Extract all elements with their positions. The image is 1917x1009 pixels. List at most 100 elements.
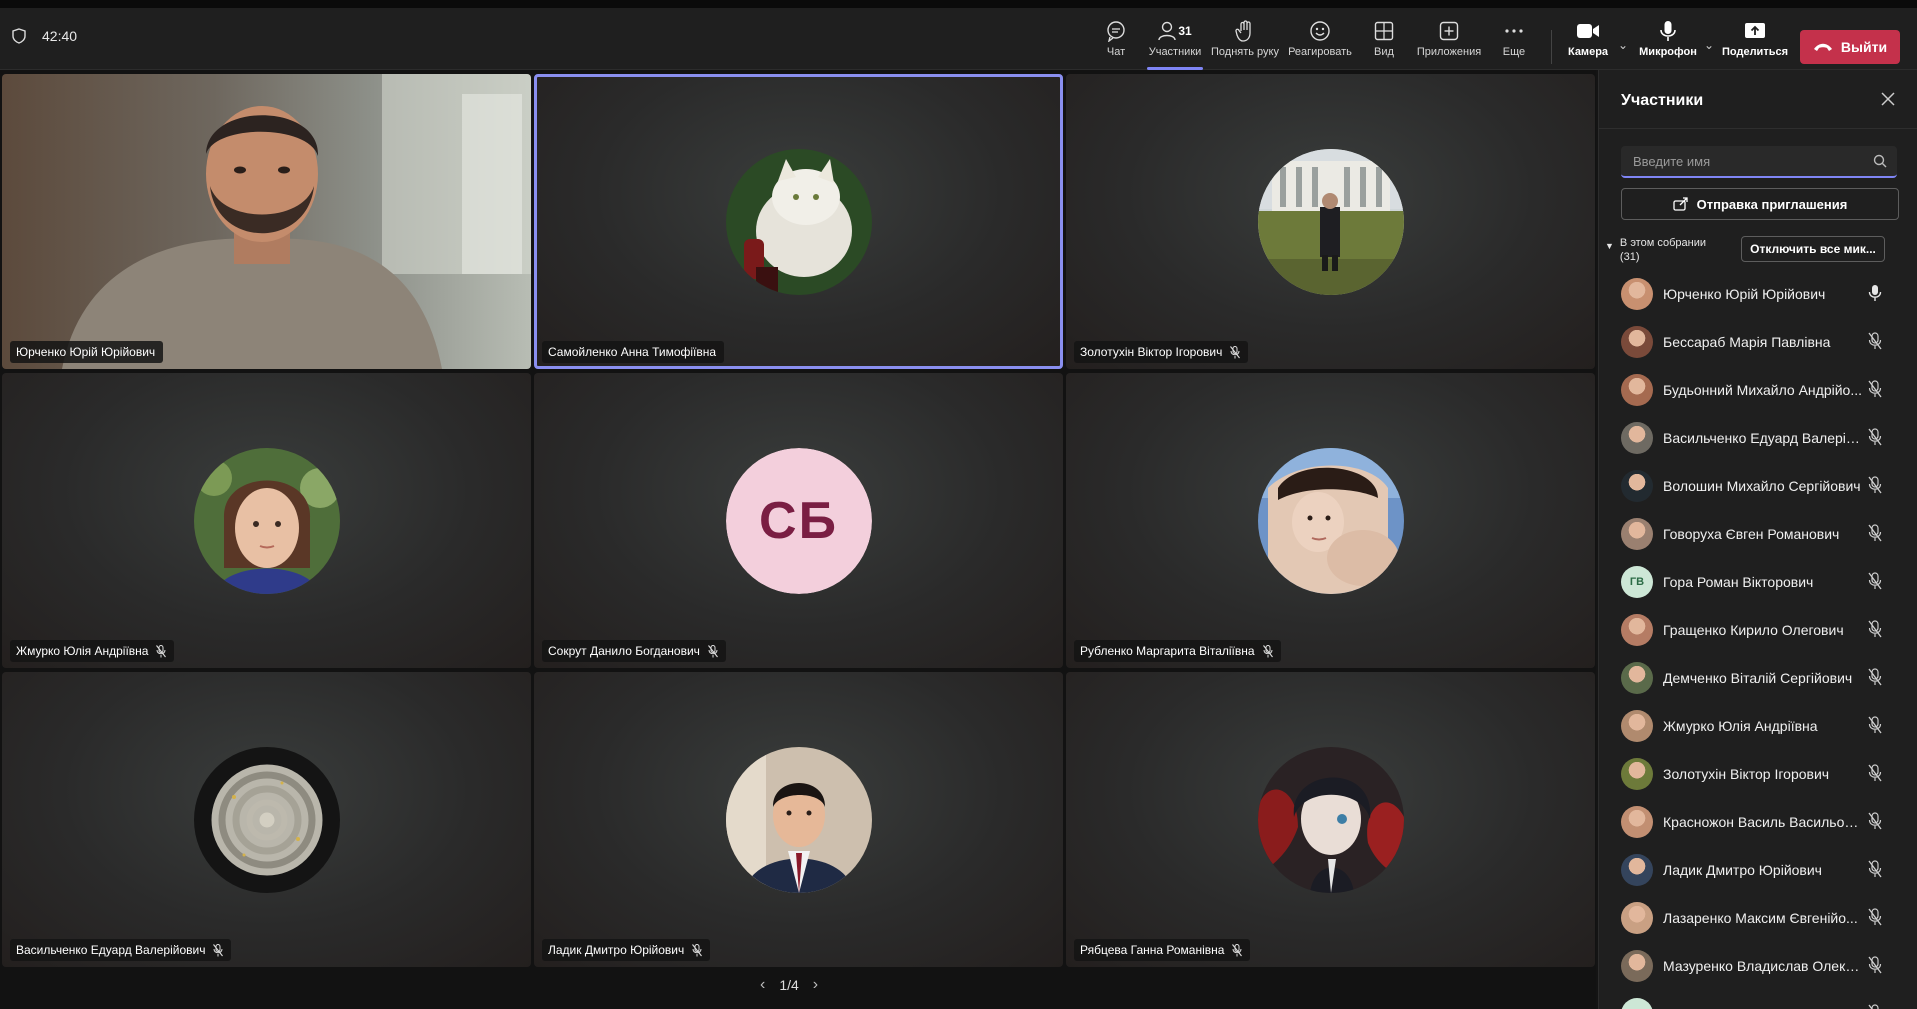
participant-avatar bbox=[193, 447, 340, 594]
participants-button[interactable]: 31 Участники bbox=[1147, 18, 1203, 70]
share-screen-icon bbox=[1745, 23, 1765, 38]
share-invite-icon bbox=[1672, 197, 1688, 211]
leave-button[interactable]: Выйти bbox=[1800, 30, 1900, 64]
mic-muted-icon bbox=[1868, 908, 1882, 926]
section-label: В этом собрании bbox=[1619, 237, 1706, 249]
mic-muted-icon bbox=[1868, 332, 1882, 350]
participant-avatar bbox=[1621, 806, 1653, 838]
participant-avatar bbox=[1621, 278, 1653, 310]
mic-muted-icon bbox=[1230, 345, 1241, 358]
meeting-timer: 42:40 bbox=[12, 28, 77, 44]
in-meeting-section-toggle[interactable]: ▼ В этом собрании (31) bbox=[1605, 236, 1706, 264]
participant-name: Будьонний Михайло Андрійо... bbox=[1663, 382, 1863, 398]
participant-nametag: Рябцева Ганна Романівна bbox=[1074, 939, 1251, 961]
view-button[interactable]: Вид bbox=[1372, 18, 1396, 68]
microphone-icon bbox=[1868, 285, 1882, 301]
participant-list-item[interactable]: Золотухін Віктор Ігорович bbox=[1599, 750, 1917, 798]
microphone-button[interactable]: Микрофон bbox=[1639, 18, 1697, 68]
toolbar-separator bbox=[1551, 30, 1552, 64]
grid-view-icon bbox=[1374, 21, 1394, 41]
participant-avatar bbox=[1257, 148, 1404, 295]
mic-muted-icon bbox=[1262, 644, 1273, 657]
video-tile[interactable]: Васильченко Едуард Валерійович bbox=[2, 672, 531, 967]
raise-hand-button[interactable]: Поднять руку bbox=[1210, 18, 1280, 68]
participant-list-item[interactable]: Гращенко Кирило Олегович bbox=[1599, 606, 1917, 654]
mic-muted-icon bbox=[1868, 716, 1882, 734]
mic-muted-icon bbox=[708, 644, 718, 657]
hand-icon bbox=[1235, 20, 1251, 42]
participant-name: Васильченко Едуард Валерій... bbox=[1663, 430, 1863, 446]
microphone-options-chevron-down-icon[interactable]: ⌄ bbox=[1704, 38, 1714, 52]
react-button[interactable]: Реагировать bbox=[1288, 18, 1352, 68]
participant-list-item[interactable]: Юрченко Юрій Юрійович bbox=[1599, 270, 1917, 318]
video-tile[interactable]: Рубленко Маргарита Віталіївна bbox=[1066, 373, 1595, 668]
participant-list-item[interactable]: ГВ Гора Роман Вікторович bbox=[1599, 558, 1917, 606]
participant-avatar bbox=[1621, 662, 1653, 694]
participant-initials-avatar: МО bbox=[1621, 998, 1653, 1009]
camera-options-chevron-down-icon[interactable]: ⌄ bbox=[1618, 38, 1628, 52]
mic-muted-icon bbox=[1868, 428, 1882, 446]
video-tile[interactable]: Жмурко Юлія Андріївна bbox=[2, 373, 531, 668]
participant-avatar bbox=[1621, 902, 1653, 934]
participant-list-item[interactable]: Красножон Василь Васильов... bbox=[1599, 798, 1917, 846]
participant-list-item[interactable]: Ладик Дмитро Юрійович bbox=[1599, 846, 1917, 894]
participant-list-item[interactable]: Говоруха Євген Романович bbox=[1599, 510, 1917, 558]
participant-avatar bbox=[1621, 326, 1653, 358]
video-stage: Юрченко Юрій Юрійович Самойленко Анна Ти… bbox=[0, 70, 1596, 1009]
participant-nametag: Рубленко Маргарита Віталіївна bbox=[1074, 640, 1281, 662]
participant-nametag: Сокрут Данило Богданович bbox=[542, 640, 726, 662]
video-tile[interactable]: Золотухін Віктор Ігорович bbox=[1066, 74, 1595, 369]
apps-button[interactable]: Приложения bbox=[1416, 18, 1482, 68]
camera-button[interactable]: Камера bbox=[1568, 18, 1608, 68]
participant-nametag: Самойленко Анна Тимофіївна bbox=[542, 341, 725, 363]
mic-muted-icon bbox=[1868, 1004, 1879, 1009]
search-input[interactable] bbox=[1621, 146, 1851, 176]
page-indicator: 1/4 bbox=[779, 977, 799, 993]
participant-list-item[interactable]: Будьонний Михайло Андрійо... bbox=[1599, 366, 1917, 414]
share-button[interactable]: Поделиться bbox=[1722, 18, 1788, 68]
participant-nametag: Золотухін Віктор Ігорович bbox=[1074, 341, 1249, 363]
participant-avatar bbox=[1621, 518, 1653, 550]
video-tile[interactable]: СБ Сокрут Данило Богданович bbox=[534, 373, 1063, 668]
participant-list-item[interactable]: Бессараб Марія Павлівна bbox=[1599, 318, 1917, 366]
mic-muted-icon bbox=[1868, 812, 1882, 830]
participant-name: Лазаренко Максим Євгенійо... bbox=[1663, 910, 1858, 926]
mic-muted-icon bbox=[1868, 572, 1882, 590]
participant-list-item[interactable]: Васильченко Едуард Валерій... bbox=[1599, 414, 1917, 462]
next-page-chevron-right-icon[interactable]: › bbox=[813, 976, 818, 994]
video-tile[interactable]: Юрченко Юрій Юрійович bbox=[2, 74, 531, 369]
chevron-down-icon: ▼ bbox=[1605, 241, 1614, 251]
add-app-icon bbox=[1439, 21, 1459, 41]
participant-initials-avatar: СБ bbox=[725, 447, 872, 594]
mic-muted-icon bbox=[1232, 943, 1243, 956]
participant-avatar bbox=[1621, 614, 1653, 646]
mute-all-button[interactable]: Отключить все мик... bbox=[1741, 236, 1885, 262]
smiley-icon bbox=[1310, 21, 1330, 41]
video-tile[interactable]: Ладик Дмитро Юрійович bbox=[534, 672, 1063, 967]
participant-name: Говоруха Євген Романович bbox=[1663, 526, 1840, 542]
participant-name: Демченко Віталій Сергійович bbox=[1663, 670, 1853, 686]
participant-name: Волошин Михайло Сергійович bbox=[1663, 478, 1861, 494]
close-icon[interactable] bbox=[1881, 90, 1895, 111]
video-tile[interactable]: Самойленко Анна Тимофіївна bbox=[534, 74, 1063, 369]
participant-list-item[interactable]: Жмурко Юлія Андріївна bbox=[1599, 702, 1917, 750]
participant-list-item[interactable]: МОМельничук Дмитро Олексан... bbox=[1599, 990, 1917, 1009]
more-button[interactable]: Еще bbox=[1502, 18, 1526, 68]
participant-list-item[interactable]: Демченко Віталій Сергійович bbox=[1599, 654, 1917, 702]
participant-search bbox=[1621, 146, 1897, 178]
chat-button[interactable]: Чат bbox=[1098, 18, 1134, 68]
participant-list-item[interactable]: Мазуренко Владислав Олекс... bbox=[1599, 942, 1917, 990]
mic-muted-icon bbox=[1868, 860, 1882, 878]
participant-avatar bbox=[1621, 710, 1653, 742]
participant-name: Гора Роман Вікторович bbox=[1663, 574, 1814, 590]
send-invite-button[interactable]: Отправка приглашения bbox=[1621, 188, 1899, 220]
previous-page-chevron-left-icon[interactable]: ‹ bbox=[760, 976, 765, 994]
participant-list-item[interactable]: Лазаренко Максим Євгенійо... bbox=[1599, 894, 1917, 942]
participant-name: Бессараб Марія Павлівна bbox=[1663, 334, 1831, 350]
participant-nametag: Васильченко Едуард Валерійович bbox=[10, 939, 232, 961]
search-icon bbox=[1873, 154, 1887, 168]
participant-list-item[interactable]: Волошин Михайло Сергійович bbox=[1599, 462, 1917, 510]
video-tile[interactable]: Рябцева Ганна Романівна bbox=[1066, 672, 1595, 967]
participant-name: Жмурко Юлія Андріївна bbox=[1663, 718, 1818, 734]
mic-muted-icon bbox=[1868, 668, 1882, 686]
